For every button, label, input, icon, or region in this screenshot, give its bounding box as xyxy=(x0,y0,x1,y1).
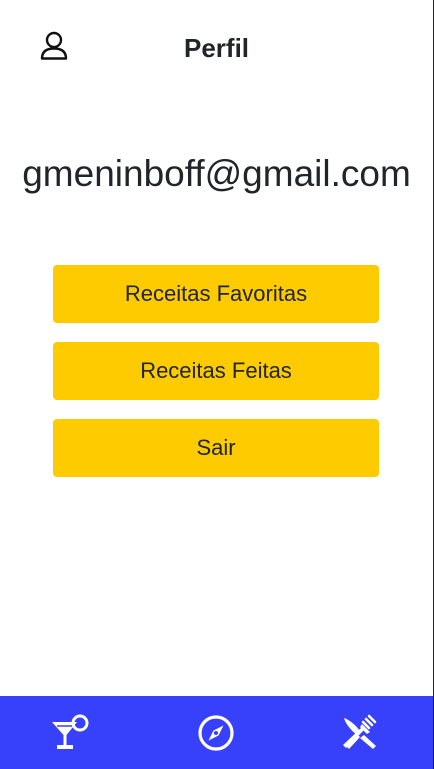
compass-icon[interactable] xyxy=(196,713,236,753)
top-header: Perfil xyxy=(0,0,433,96)
favorite-recipes-button[interactable]: Receitas Favoritas xyxy=(53,265,379,323)
fork-knife-icon[interactable] xyxy=(340,713,380,753)
user-email: gmeninboff@gmail.com xyxy=(22,153,411,194)
cocktail-icon[interactable] xyxy=(50,713,90,753)
done-recipes-button[interactable]: Receitas Feitas xyxy=(53,342,379,400)
logout-button[interactable]: Sair xyxy=(53,419,379,477)
bottom-navigation xyxy=(0,696,433,769)
page-title: Perfil xyxy=(183,33,250,63)
